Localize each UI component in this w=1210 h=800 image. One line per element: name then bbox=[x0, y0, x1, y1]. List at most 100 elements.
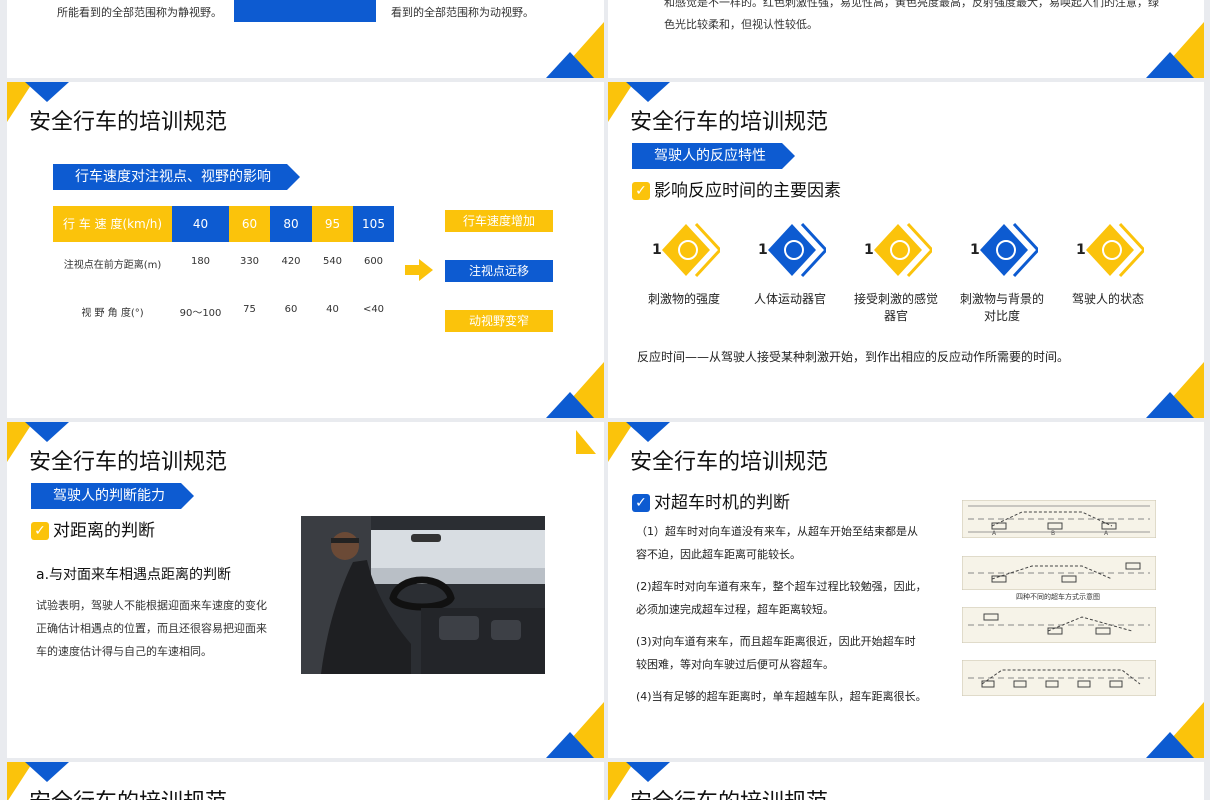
encounter-subheading: a.与对面来车相遇点距离的判断 bbox=[36, 567, 232, 583]
factor-item: 1 刺激物与背景的对比度 bbox=[954, 220, 1050, 324]
overtaking-paragraphs: （1）超车时对向车道没有来车，从超车开始至结束都是从 容不迫，因此超车距离可能较… bbox=[636, 520, 927, 708]
speed-row: 行 车 速 度(km/h) 40 60 80 95 105 bbox=[53, 206, 394, 242]
section-tag: 驾驶人的判断能力 bbox=[31, 483, 194, 509]
slide-overtaking: 安全行车的培训规范 ✓ 对超车时机的判断 （1）超车时对向车道没有来车，从超车开始… bbox=[608, 422, 1204, 758]
overtaking-heading-text: 对超车时机的判断 bbox=[654, 493, 790, 513]
small-triangle-icon bbox=[576, 430, 596, 454]
angle-label: 视 野 角 度(°) bbox=[81, 308, 144, 319]
distance-heading-text: 对距离的判断 bbox=[53, 521, 155, 541]
dynamic-view-text: 看到的全部范围称为动视野。 bbox=[391, 6, 534, 19]
slide-top-right: 和感觉是不一样的。红色刺激性强，易见性高，黄色亮度最高，反射强度最大，易唤起人们… bbox=[608, 0, 1204, 78]
check-icon: ✓ bbox=[632, 182, 650, 200]
diagram-label: A bbox=[1104, 530, 1109, 537]
distance-cell: 420 bbox=[281, 256, 301, 267]
section-tag: 行车速度对注视点、视野的影响 bbox=[53, 164, 300, 190]
diagram-caption: 四种不同的超车方式示意图 bbox=[1016, 593, 1100, 601]
slide-title: 安全行车的培训规范 bbox=[630, 450, 829, 475]
factor-item: 1 刺激物的强度 bbox=[636, 220, 732, 307]
distance-cell: 600 bbox=[363, 256, 384, 267]
driver-photo bbox=[301, 516, 545, 674]
factor-number: 1 bbox=[864, 242, 874, 258]
para-3: (3)对向车道有来车，而且超车距离很近，因此开始超车时 较困难，等对向车驶过后便… bbox=[636, 630, 927, 676]
angle-cell: 60 bbox=[284, 304, 298, 315]
slide-title: 安全行车的培训规范 bbox=[29, 450, 228, 475]
reaction-heading: ✓ 影响反应时间的主要因素 bbox=[632, 176, 841, 201]
angle-cell: 75 bbox=[243, 304, 256, 315]
distance-cell: 180 bbox=[190, 256, 211, 267]
factor-label: 驾驶人的状态 bbox=[1071, 292, 1144, 306]
diagram-label: B bbox=[1051, 530, 1056, 537]
corner-triangles-icon bbox=[546, 702, 604, 758]
factor-item: 1 接受刺激的感觉器官 bbox=[848, 220, 944, 324]
overtaking-diagram-4 bbox=[962, 660, 1156, 696]
distance-cell: 330 bbox=[239, 256, 260, 267]
slide-title: 安全行车的培训规范 bbox=[29, 784, 227, 800]
corner-triangles-icon bbox=[546, 362, 604, 418]
speed-cell: 80 bbox=[270, 206, 312, 242]
distance-heading: ✓ 对距离的判断 bbox=[31, 516, 155, 541]
corner-triangles-icon bbox=[546, 22, 604, 78]
check-icon: ✓ bbox=[31, 522, 49, 540]
angle-row: 视 野 角 度(°) 90～100 75 60 40 <40 bbox=[53, 304, 394, 319]
para-1: （1）超车时对向车道没有来车，从超车开始至结束都是从 容不迫，因此超车距离可能较… bbox=[636, 520, 927, 566]
slide-title: 安全行车的培训规范 bbox=[29, 110, 228, 135]
result-box-speed: 行车速度增加 bbox=[445, 210, 553, 232]
slide-title: 安全行车的培训规范 bbox=[630, 784, 828, 800]
blue-bar bbox=[234, 0, 376, 22]
slide-speed-vision: 安全行车的培训规范 行车速度对注视点、视野的影响 行 车 速 度(km/h) 4… bbox=[7, 82, 604, 418]
factor-item: 1 驾驶人的状态 bbox=[1060, 220, 1156, 307]
result-box-view: 动视野变窄 bbox=[445, 310, 553, 332]
factor-label: 接受刺激的感觉器官 bbox=[854, 292, 939, 323]
overtaking-diagram-2 bbox=[962, 556, 1156, 590]
color-text-line2: 色光比较柔和，但视认性较低。 bbox=[664, 18, 818, 31]
paragraph-line: 正确估计相遇点的位置，而且还很容易把迎面来 bbox=[36, 622, 267, 635]
para-2: (2)超车时对向车道有来车，整个超车过程比较勉强，因此， 必须加速完成超车过程，… bbox=[636, 575, 927, 621]
paragraph-line: 车的速度估计得与自己的车速相同。 bbox=[36, 645, 212, 658]
corner-triangles-icon bbox=[1146, 22, 1204, 78]
encounter-paragraph: 试验表明，驾驶人不能根据迎面来车速度的变化 正确估计相遇点的位置，而且还很容易把… bbox=[36, 594, 267, 663]
slide-judgement: 安全行车的培训规范 驾驶人的判断能力 ✓ 对距离的判断 a.与对面来车相遇点距离的… bbox=[7, 422, 604, 758]
para-line: （1）超车时对向车道没有来车，从超车开始至结束都是从 bbox=[636, 525, 918, 538]
angle-cell: <40 bbox=[362, 304, 385, 315]
para-line: 较困难，等对向车驶过后便可从容超车。 bbox=[636, 658, 834, 671]
diagram-label: A bbox=[992, 530, 997, 537]
corner-triangles-icon bbox=[1146, 702, 1204, 758]
speed-cell: 105 bbox=[353, 206, 394, 242]
speed-cell: 60 bbox=[229, 206, 270, 242]
distance-cell: 540 bbox=[322, 256, 343, 267]
factor-number: 1 bbox=[1076, 242, 1086, 258]
speed-label: 行 车 速 度(km/h) bbox=[53, 206, 172, 242]
paragraph-line: 试验表明，驾驶人不能根据迎面来车速度的变化 bbox=[36, 599, 267, 612]
slide-bottom-left: 安全行车的培训规范 bbox=[7, 762, 604, 800]
factor-label: 刺激物与背景的对比度 bbox=[960, 292, 1045, 323]
para-4: (4)当有足够的超车距离时，单车超越车队，超车距离很长。 bbox=[636, 685, 927, 708]
para-line: (2)超车时对向车道有来车，整个超车过程比较勉强，因此， bbox=[636, 580, 927, 593]
corner-triangles-icon bbox=[1146, 362, 1204, 418]
factor-number: 1 bbox=[652, 242, 662, 258]
para-line: (4)当有足够的超车距离时，单车超越车队，超车距离很长。 bbox=[636, 690, 927, 703]
distance-label: 注视点在前方距离(m) bbox=[63, 260, 162, 271]
para-line: 必须加速完成超车过程，超车距离较短。 bbox=[636, 603, 834, 616]
angle-cell: 90～100 bbox=[179, 308, 222, 319]
overtaking-heading: ✓ 对超车时机的判断 bbox=[632, 488, 790, 513]
overtaking-diagram-3 bbox=[962, 607, 1156, 643]
factor-label: 刺激物的强度 bbox=[647, 292, 720, 306]
reaction-definition: 反应时间——从驾驶人接受某种刺激开始，到作出相应的反应动作所需要的时间。 bbox=[637, 350, 1070, 364]
factor-number: 1 bbox=[758, 242, 768, 258]
distance-row: 注视点在前方距离(m) 180 330 420 540 600 bbox=[53, 256, 394, 271]
reaction-heading-text: 影响反应时间的主要因素 bbox=[654, 181, 841, 201]
result-box-focus: 注视点远移 bbox=[445, 260, 553, 282]
slide-bottom-right: 安全行车的培训规范 bbox=[608, 762, 1204, 800]
speed-cell: 40 bbox=[172, 206, 229, 242]
right-arrow-icon bbox=[405, 259, 433, 281]
check-icon: ✓ bbox=[632, 494, 650, 512]
slide-title: 安全行车的培训规范 bbox=[630, 110, 829, 135]
factor-item: 1 人体运动器官 bbox=[742, 220, 838, 307]
factor-label: 人体运动器官 bbox=[753, 292, 826, 306]
static-view-text: 所能看到的全部范围称为静视野。 bbox=[57, 6, 222, 19]
para-line: 容不迫，因此超车距离可能较长。 bbox=[636, 548, 801, 561]
slide-reaction: 安全行车的培训规范 驾驶人的反应特性 ✓ 影响反应时间的主要因素 1 刺激物的强度… bbox=[608, 82, 1204, 418]
color-text-line1: 和感觉是不一样的。红色刺激性强，易见性高，黄色亮度最高，反射强度最大，易唤起人们… bbox=[664, 0, 1159, 9]
speed-cell: 95 bbox=[312, 206, 353, 242]
slide-top-left: 所能看到的全部范围称为静视野。 看到的全部范围称为动视野。 bbox=[7, 0, 604, 78]
